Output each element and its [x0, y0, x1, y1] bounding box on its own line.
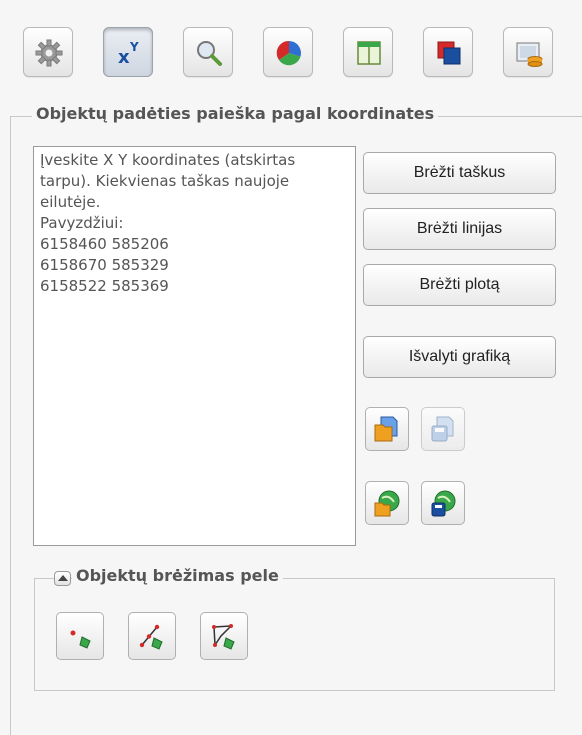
- map-database-button[interactable]: [503, 27, 553, 77]
- mouse-drawing-legend: Objektų brėžimas pele: [72, 566, 283, 585]
- open-file-icon: [374, 416, 398, 442]
- svg-text:x: x: [118, 47, 130, 68]
- clear-graphics-button[interactable]: Išvalyti grafiką: [363, 336, 556, 378]
- load-from-web-button[interactable]: [365, 481, 409, 525]
- draw-point-icon: [70, 630, 91, 649]
- collapse-up-icon: [58, 575, 68, 581]
- layers-icon: [437, 41, 461, 65]
- draw-line-icon: [139, 624, 163, 650]
- draw-line-button[interactable]: [128, 612, 176, 660]
- mouse-drawing-panel: [34, 578, 555, 691]
- settings-button[interactable]: [23, 27, 73, 77]
- save-file-button[interactable]: [421, 407, 465, 451]
- svg-text:Y: Y: [129, 40, 139, 54]
- draw-point-button[interactable]: [56, 612, 104, 660]
- draw-lines-button[interactable]: Brėžti linijas: [363, 208, 556, 250]
- draw-points-button[interactable]: Brėžti taškus: [363, 152, 556, 194]
- xy-coordinates-button[interactable]: x Y: [103, 27, 153, 77]
- xy-coordinates-icon: x Y: [118, 40, 139, 68]
- search-button[interactable]: [183, 27, 233, 77]
- magnifier-icon: [197, 41, 222, 66]
- table-icon: [357, 41, 381, 65]
- attribute-table-button[interactable]: [343, 27, 393, 77]
- open-file-button[interactable]: [365, 407, 409, 451]
- gear-icon: [35, 39, 63, 67]
- toolbar: x Y: [0, 0, 582, 105]
- draw-area-button[interactable]: Brėžti plotą: [363, 264, 556, 306]
- load-from-web-icon: [374, 490, 400, 517]
- draw-polygon-button[interactable]: [200, 612, 248, 660]
- layers-button[interactable]: [423, 27, 473, 77]
- coordinates-input[interactable]: [33, 146, 356, 546]
- save-file-icon: [431, 416, 454, 442]
- pie-chart-icon: [276, 40, 301, 66]
- collapse-toggle[interactable]: [54, 571, 71, 586]
- draw-polygon-icon: [212, 624, 235, 650]
- map-database-icon: [516, 42, 543, 67]
- coordinate-search-legend: Objektų padėties paieška pagal koordinat…: [32, 104, 439, 123]
- save-to-web-icon: [431, 490, 456, 517]
- save-to-web-button[interactable]: [421, 481, 465, 525]
- statistics-button[interactable]: [263, 27, 313, 77]
